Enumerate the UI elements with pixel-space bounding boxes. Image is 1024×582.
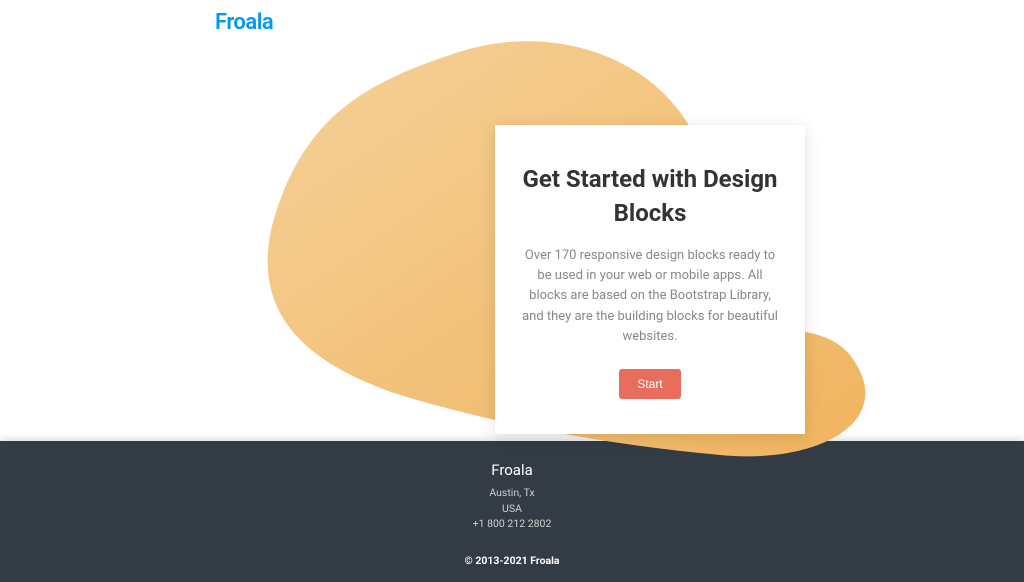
hero-card: Get Started with Design Blocks Over 170 …	[495, 125, 805, 434]
hero-section: Get Started with Design Blocks Over 170 …	[0, 45, 1024, 475]
footer-city: Austin, Tx	[0, 485, 1024, 501]
footer-phone: +1 800 212 2802	[0, 516, 1024, 532]
logo[interactable]: Froala	[215, 10, 1004, 35]
hero-title: Get Started with Design Blocks	[520, 163, 780, 230]
footer-country: USA	[0, 501, 1024, 517]
header: Froala	[0, 0, 1024, 45]
hero-description: Over 170 responsive design blocks ready …	[520, 246, 780, 347]
footer-copyright: © 2013-2021 Froala	[0, 554, 1024, 567]
start-button[interactable]: Start	[619, 369, 680, 399]
